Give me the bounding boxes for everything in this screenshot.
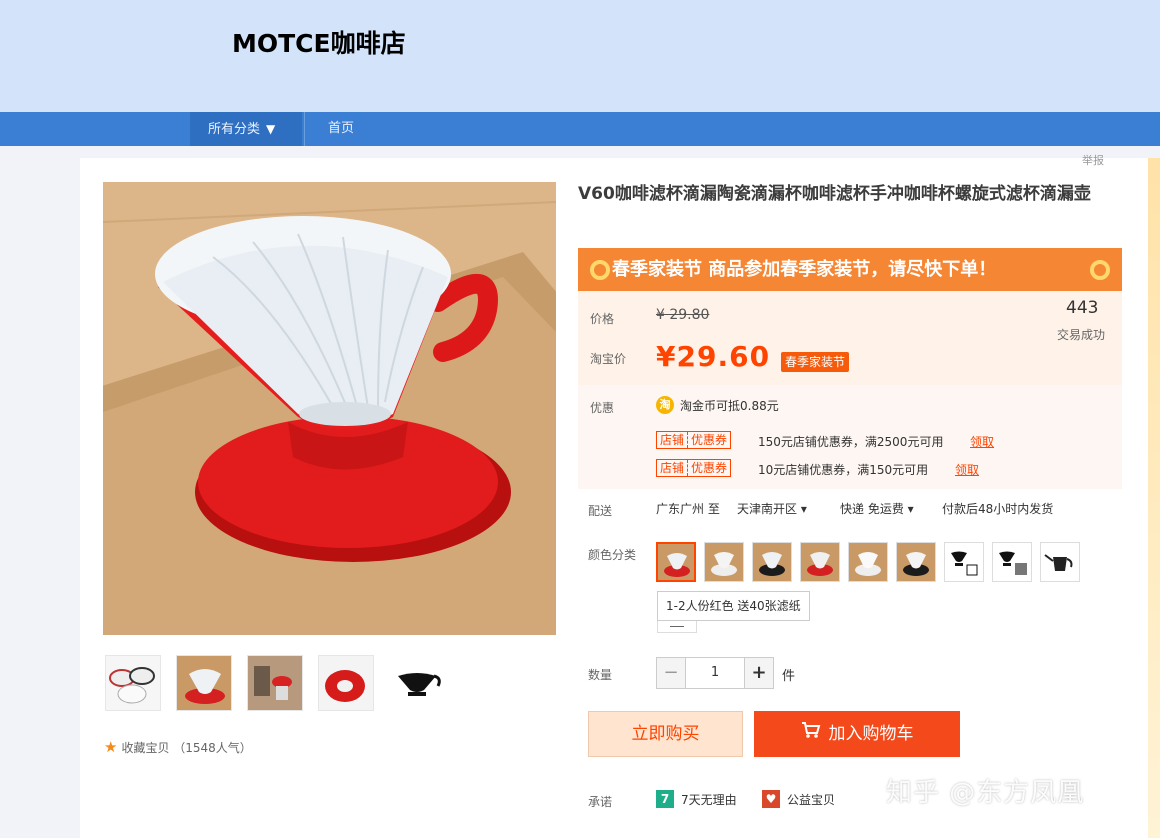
color-option-image — [993, 543, 1031, 581]
thumbnail-4-image — [319, 656, 373, 710]
color-option-4[interactable] — [800, 542, 840, 582]
quantity-unit: 件 — [782, 669, 796, 684]
color-option-1[interactable] — [656, 542, 696, 582]
promo-label: 优惠 — [590, 401, 615, 415]
coupon-badge-type: 优惠券 — [687, 460, 730, 476]
promise-seven-day: 7天无理由 — [681, 793, 737, 807]
price-label: 价格 — [590, 312, 615, 326]
thumbnail-1[interactable] — [105, 655, 161, 711]
nav-home[interactable]: 首页 — [328, 112, 354, 146]
coin-text: 淘金币可抵0.88元 — [680, 399, 779, 413]
product-main-image[interactable] — [103, 182, 556, 635]
dropdown-arrow-icon: ▼ — [266, 122, 276, 136]
thumbnail-5[interactable] — [389, 655, 445, 711]
shop-name[interactable]: MOTCE咖啡店 — [232, 24, 406, 60]
nav-bar: 所有分类 ▼ 首页 — [0, 112, 1160, 146]
add-to-cart-button[interactable]: 加入购物车 — [754, 711, 960, 757]
quantity-increase-button[interactable]: + — [744, 657, 774, 689]
coupon-badge-shop: 店铺 — [660, 461, 685, 475]
nav-divider — [304, 112, 305, 146]
ring-icon — [1090, 260, 1110, 280]
quantity-label: 数量 — [588, 668, 613, 682]
color-option-image — [753, 543, 791, 581]
original-price: ¥ 29.80 — [656, 307, 710, 323]
color-option-image — [1041, 543, 1079, 581]
color-option-image — [705, 543, 743, 581]
charity-icon: ♥ — [762, 790, 780, 808]
color-option-3[interactable] — [752, 542, 792, 582]
chevron-down-icon: ▾ — [800, 502, 807, 516]
report-link[interactable]: 举报 — [1082, 152, 1104, 168]
color-option-7[interactable] — [944, 542, 984, 582]
buy-now-button[interactable]: 立即购买 — [588, 711, 743, 757]
color-label: 颜色分类 — [588, 548, 637, 562]
ship-method-value: 快递 免运费 — [840, 502, 904, 516]
promise-label: 承诺 — [588, 795, 613, 809]
thumbnail-1-image — [106, 656, 160, 710]
selected-color-tooltip: 1-2人份红色 送40张滤纸 — [657, 591, 810, 621]
seven-day-icon: 7 — [656, 790, 674, 808]
taobao-price-label: 淘宝价 — [590, 352, 627, 366]
side-panel-edge — [1148, 158, 1160, 838]
nav-all-categories[interactable]: 所有分类 ▼ — [190, 112, 302, 146]
coupon-badge-type: 优惠券 — [687, 432, 730, 448]
promo-banner-text: 春季家装节 商品参加春季家装节，请尽快下单！ — [612, 259, 997, 280]
thumbnail-3-image — [248, 656, 302, 710]
color-option-8[interactable] — [992, 542, 1032, 582]
coupon-text: 150元店铺优惠券，满2500元可用 — [758, 435, 944, 449]
color-option-image — [849, 543, 887, 581]
thumbnail-4[interactable] — [318, 655, 374, 711]
thumbnail-3[interactable] — [247, 655, 303, 711]
thumbnail-5-image — [390, 656, 444, 710]
color-option-image — [897, 543, 935, 581]
coupon-badge-shop: 店铺 — [660, 433, 685, 447]
color-option-5[interactable] — [848, 542, 888, 582]
shipping-label: 配送 — [588, 504, 613, 518]
product-title: V60咖啡滤杯滴漏陶瓷滴漏杯咖啡滤杯手冲咖啡杯螺旋式滤杯滴漏壶 — [578, 184, 1091, 204]
ring-icon — [590, 260, 610, 280]
dripper-photo — [103, 182, 556, 635]
coupon-badge: 店铺 优惠券 — [656, 459, 732, 477]
ship-time: 付款后48小时内发货 — [942, 502, 1054, 516]
price-promo-badge: 春季家装节 — [781, 352, 850, 372]
color-option-6[interactable] — [896, 542, 936, 582]
coupon-badge: 店铺 优惠券 — [656, 431, 732, 449]
thumbnail-2[interactable] — [176, 655, 232, 711]
quantity-decrease-button[interactable]: − — [656, 657, 686, 689]
color-option-9[interactable] — [1040, 542, 1080, 582]
favorite-label: 收藏宝贝 （1548人气） — [121, 741, 252, 755]
chevron-down-icon: ▾ — [907, 502, 914, 516]
sales-count: 443 — [1066, 298, 1099, 318]
ship-from: 广东广州 至 — [656, 502, 720, 516]
nav-all-categories-label: 所有分类 — [208, 122, 261, 137]
quantity-input[interactable]: 1 — [686, 657, 744, 689]
coupon-claim-link[interactable]: 领取 — [970, 433, 994, 450]
coin-icon: 淘 — [656, 396, 674, 414]
coupon-text: 10元店铺优惠券，满150元可用 — [758, 463, 929, 477]
ship-method-select[interactable]: 快递 免运费 ▾ — [840, 500, 914, 517]
thumbnail-2-image — [177, 656, 231, 710]
color-option-image — [658, 544, 694, 580]
color-option-image — [945, 543, 983, 581]
watermark: 知乎 @东方凤凰 — [886, 778, 1085, 808]
coupon-claim-link[interactable]: 领取 — [955, 461, 979, 478]
tooltip-tail — [657, 621, 697, 633]
shop-header: MOTCE咖啡店 — [0, 0, 1160, 112]
current-price: ¥29.60 — [656, 340, 771, 373]
color-option-image — [801, 543, 839, 581]
ship-to-value: 天津南开区 — [737, 502, 798, 516]
add-to-cart-label: 加入购物车 — [828, 724, 914, 744]
cart-icon — [801, 711, 821, 757]
favorite-link[interactable]: ★ 收藏宝贝 （1548人气） — [104, 738, 252, 756]
color-option-2[interactable] — [704, 542, 744, 582]
star-icon: ★ — [104, 738, 118, 756]
promo-banner: 春季家装节 商品参加春季家装节，请尽快下单！ — [578, 248, 1122, 291]
promise-charity: 公益宝贝 — [787, 793, 836, 807]
sales-label: 交易成功 — [1057, 328, 1106, 342]
ship-to-select[interactable]: 天津南开区 ▾ — [737, 500, 807, 517]
